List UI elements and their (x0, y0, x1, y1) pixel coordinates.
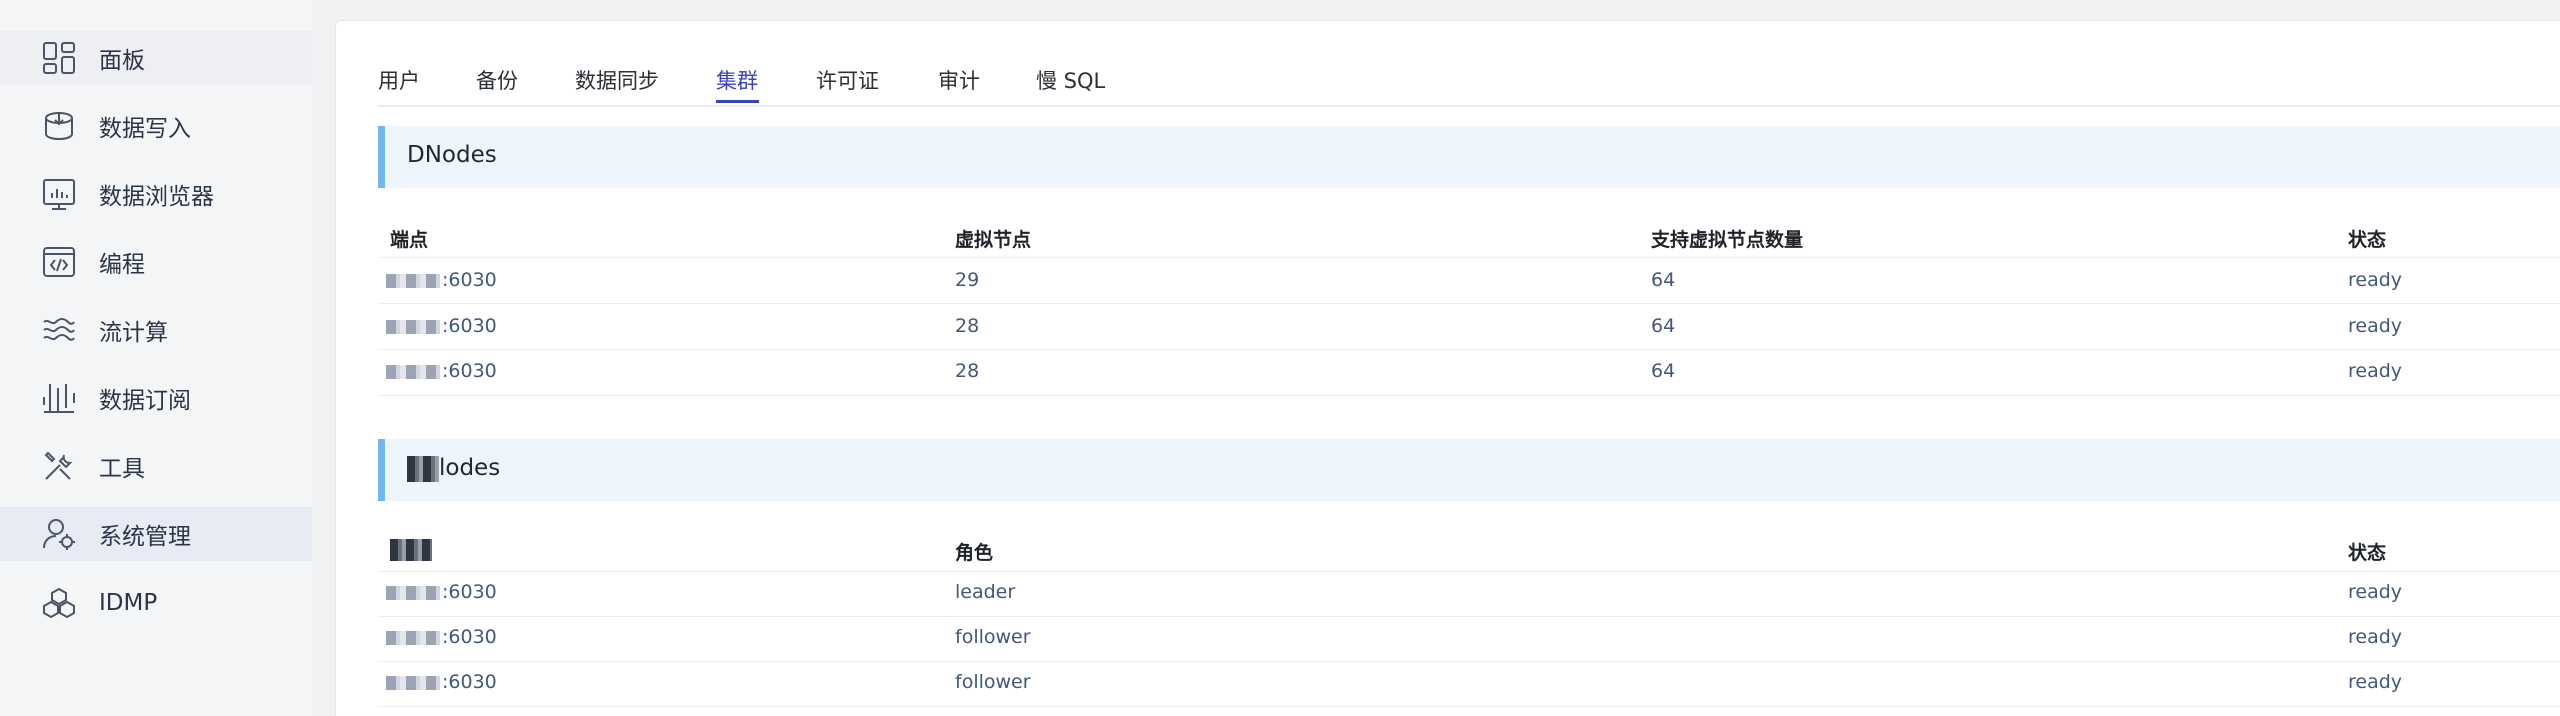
admin-icon (40, 515, 78, 553)
tools-icon (40, 447, 78, 485)
app-root: 面板 数据写入 数据浏览器 编程 流计算 数据订阅 工具 系统管理 IDMP 用… (0, 0, 2560, 716)
redacted-host (386, 273, 440, 288)
redacted-host (386, 319, 440, 334)
sidebar-item-subscribe[interactable]: 数据订阅 (0, 371, 312, 425)
sidebar-item-label: 面板 (99, 48, 145, 74)
stream-icon (40, 311, 78, 349)
status-cell: ready (2348, 671, 2403, 693)
tab-data-sync[interactable]: 数据同步 (575, 65, 659, 95)
divider (378, 349, 2560, 350)
status-cell: ready (2348, 360, 2403, 382)
divider (378, 661, 2560, 662)
sidebar-item-label: 数据订阅 (99, 388, 191, 414)
mnodes-header-role: 角色 (955, 542, 994, 564)
dnodes-title: DNodes (407, 142, 497, 168)
vnodes-cell: 28 (955, 315, 980, 337)
vnodes-cell: 29 (955, 269, 980, 291)
supported-cell: 64 (1651, 360, 1676, 382)
redacted-host (386, 364, 440, 379)
redacted-letter (407, 455, 439, 482)
mnodes-header-endpoint (390, 538, 432, 561)
sidebar-item-idmp[interactable]: IDMP (0, 576, 312, 630)
status-cell: ready (2348, 315, 2403, 337)
sidebar-item-label: 系统管理 (99, 524, 191, 550)
tab-users[interactable]: 用户 (378, 65, 420, 95)
role-cell: follower (955, 626, 1031, 648)
dnodes-header-vnodes: 虚拟节点 (955, 229, 1032, 251)
endpoint-cell: :6030 (386, 671, 497, 693)
status-cell: ready (2348, 626, 2403, 648)
tab-cluster[interactable]: 集群 (716, 65, 758, 95)
role-cell: leader (955, 581, 1016, 603)
endpoint-cell: :6030 (386, 315, 497, 337)
redacted-host (386, 630, 440, 645)
redacted-host (386, 585, 440, 600)
divider (378, 706, 2560, 707)
divider (378, 257, 2560, 258)
data-browser-icon (40, 175, 78, 213)
divider (378, 303, 2560, 304)
endpoint-cell: :6030 (386, 269, 497, 291)
sidebar-item-label: 流计算 (99, 320, 168, 346)
vnodes-cell: 28 (955, 360, 980, 382)
supported-cell: 64 (1651, 315, 1676, 337)
endpoint-cell: :6030 (386, 626, 497, 648)
sidebar-item-label: 编程 (99, 252, 145, 278)
dnodes-header-endpoint: 端点 (390, 229, 429, 251)
sidebar-item-label: 数据浏览器 (99, 184, 214, 210)
tab-audit[interactable]: 审计 (938, 65, 980, 95)
dnodes-header-status: 状态 (2348, 229, 2387, 251)
sidebar-item-data-ingest[interactable]: 数据写入 (0, 99, 312, 153)
code-icon (40, 243, 78, 281)
dashboard-icon (40, 39, 78, 77)
redacted-header (390, 538, 432, 561)
dnodes-section-header: DNodes (378, 126, 2560, 188)
sidebar-item-data-browser[interactable]: 数据浏览器 (0, 167, 312, 221)
endpoint-cell: :6030 (386, 360, 497, 382)
sidebar-item-label: IDMP (99, 590, 158, 616)
main-panel: 用户 备份 数据同步 集群 许可证 审计 慢 SQL DNodes 端点 虚拟节… (335, 20, 2560, 716)
tab-slow-sql[interactable]: 慢 SQL (1036, 65, 1105, 95)
endpoint-cell: :6030 (386, 581, 497, 603)
data-ingest-icon (40, 107, 78, 145)
sidebar-item-system-admin[interactable]: 系统管理 (0, 507, 312, 561)
mnodes-header-status: 状态 (2348, 542, 2387, 564)
tab-bar: 用户 备份 数据同步 集群 许可证 审计 慢 SQL (378, 21, 2560, 107)
sidebar-item-tools[interactable]: 工具 (0, 439, 312, 493)
sidebar: 面板 数据写入 数据浏览器 编程 流计算 数据订阅 工具 系统管理 IDMP (0, 0, 312, 716)
tab-license[interactable]: 许可证 (816, 65, 879, 95)
mnodes-title: lodes (407, 455, 500, 482)
sidebar-item-stream[interactable]: 流计算 (0, 303, 312, 357)
sidebar-item-dashboard[interactable]: 面板 (0, 31, 312, 85)
divider (378, 395, 2560, 396)
active-tab-indicator (716, 100, 759, 103)
mnodes-section-header: lodes (378, 439, 2560, 501)
sidebar-item-programming[interactable]: 编程 (0, 235, 312, 289)
divider (378, 616, 2560, 617)
status-cell: ready (2348, 581, 2403, 603)
idmp-icon (40, 584, 78, 622)
tab-backup[interactable]: 备份 (476, 65, 518, 95)
dnodes-header-supported-vnodes: 支持虚拟节点数量 (1651, 229, 1804, 251)
status-cell: ready (2348, 269, 2403, 291)
subscribe-icon (40, 379, 78, 417)
sidebar-item-label: 数据写入 (99, 116, 191, 142)
redacted-host (386, 675, 440, 690)
divider (378, 571, 2560, 572)
role-cell: follower (955, 671, 1031, 693)
supported-cell: 64 (1651, 269, 1676, 291)
sidebar-item-label: 工具 (99, 456, 145, 482)
